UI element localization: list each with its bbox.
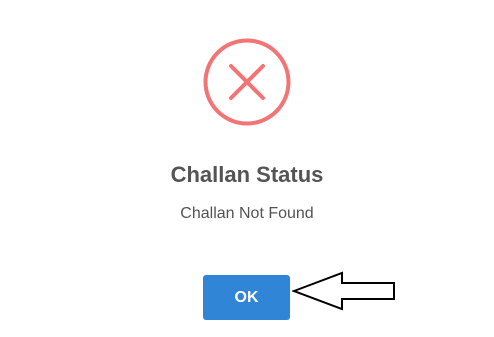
- left-arrow-outline-icon: [292, 271, 395, 311]
- ok-button[interactable]: OK: [203, 275, 290, 320]
- dialog-message: Challan Not Found: [180, 205, 314, 222]
- alert-dialog: Challan Status Challan Not Found OK: [0, 0, 494, 337]
- dialog-title: Challan Status: [170, 162, 324, 187]
- error-x-icon: [203, 38, 291, 126]
